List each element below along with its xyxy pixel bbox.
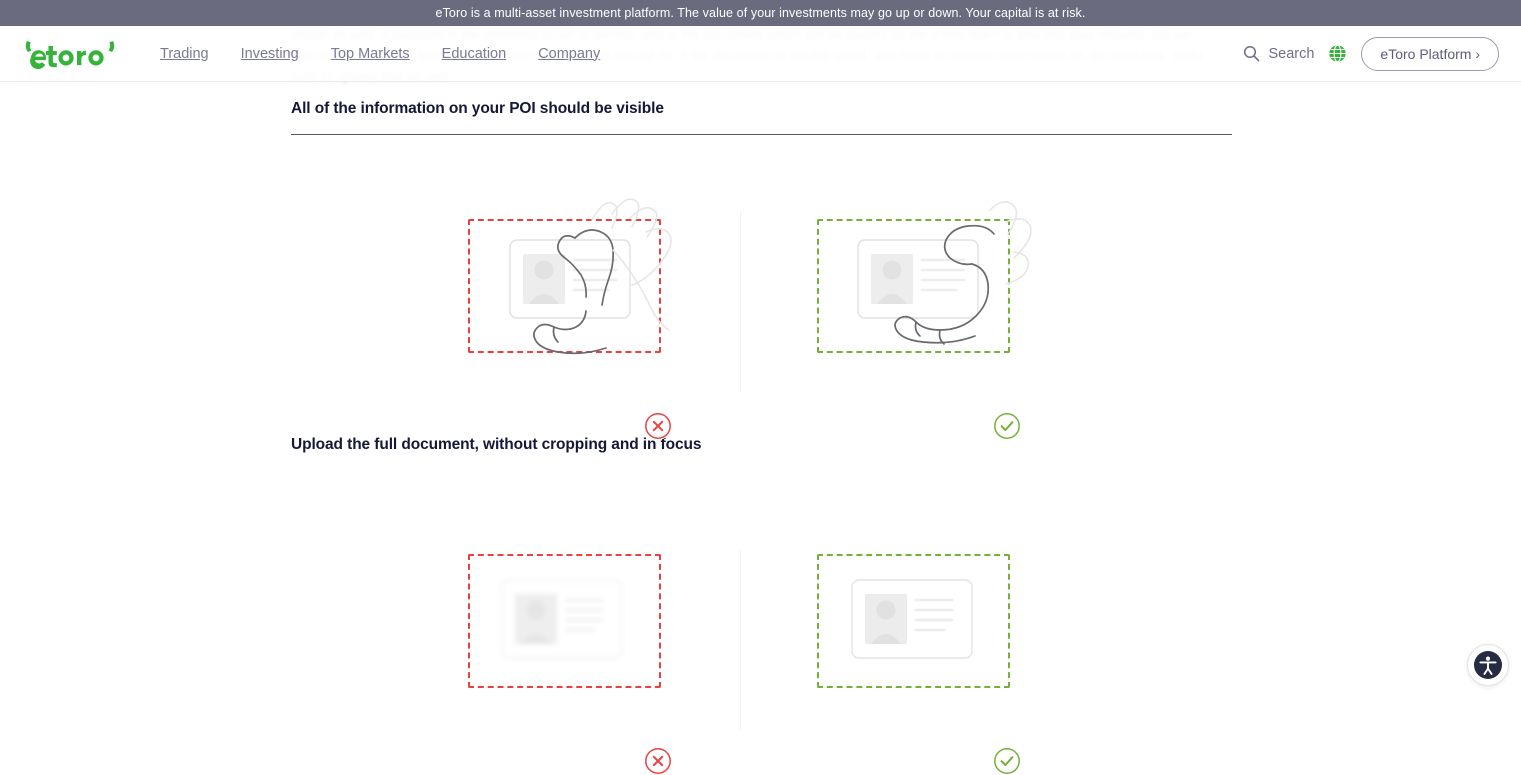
nav-item-investing[interactable]: Investing bbox=[225, 40, 315, 68]
risk-disclaimer-text: eToro is a multi-asset investment platfo… bbox=[436, 6, 1086, 20]
etoro-logo-icon bbox=[22, 37, 118, 71]
valid-badge bbox=[993, 412, 1021, 440]
check-circle-icon bbox=[993, 412, 1021, 440]
search-label: Search bbox=[1268, 46, 1314, 62]
sharp-id-card-illustration bbox=[840, 570, 1000, 675]
invalid-badge bbox=[644, 747, 672, 775]
nav-item-company[interactable]: Company bbox=[522, 40, 616, 68]
globe-icon[interactable] bbox=[1328, 44, 1347, 63]
x-circle-icon bbox=[644, 747, 672, 775]
nav-item-education[interactable]: Education bbox=[426, 40, 523, 68]
id-card-graphic bbox=[510, 240, 630, 318]
x-circle-icon bbox=[644, 412, 672, 440]
hand-covering-id-card-illustration bbox=[470, 192, 720, 362]
section-title: All of the information on your POI shoul… bbox=[291, 100, 664, 118]
example-split-divider bbox=[740, 212, 741, 392]
header-actions: Search eToro Platform › bbox=[1243, 37, 1499, 71]
check-circle-icon bbox=[993, 747, 1021, 775]
etoro-platform-button[interactable]: eToro Platform › bbox=[1361, 37, 1499, 71]
search-icon bbox=[1243, 45, 1260, 62]
accessibility-button[interactable] bbox=[1467, 644, 1509, 686]
example-split-divider bbox=[740, 550, 741, 730]
risk-disclaimer-banner: eToro is a multi-asset investment platfo… bbox=[0, 0, 1521, 26]
hand-holding-id-card-edge-illustration bbox=[818, 192, 1068, 362]
site-header: Trading Investing Top Markets Education … bbox=[0, 26, 1521, 82]
nav-item-top-markets[interactable]: Top Markets bbox=[315, 40, 426, 68]
primary-navigation: Trading Investing Top Markets Education … bbox=[144, 40, 616, 68]
valid-badge bbox=[993, 747, 1021, 775]
id-card-graphic bbox=[858, 240, 978, 318]
blurred-id-card-illustration bbox=[490, 570, 650, 675]
invalid-badge bbox=[644, 412, 672, 440]
section-title: Upload the full document, without croppi… bbox=[291, 436, 701, 454]
search-button[interactable]: Search bbox=[1243, 45, 1314, 62]
etoro-logo[interactable] bbox=[22, 37, 118, 71]
nav-item-trading[interactable]: Trading bbox=[144, 40, 225, 68]
section-divider bbox=[291, 134, 1232, 135]
accessibility-person-icon bbox=[1473, 650, 1503, 680]
